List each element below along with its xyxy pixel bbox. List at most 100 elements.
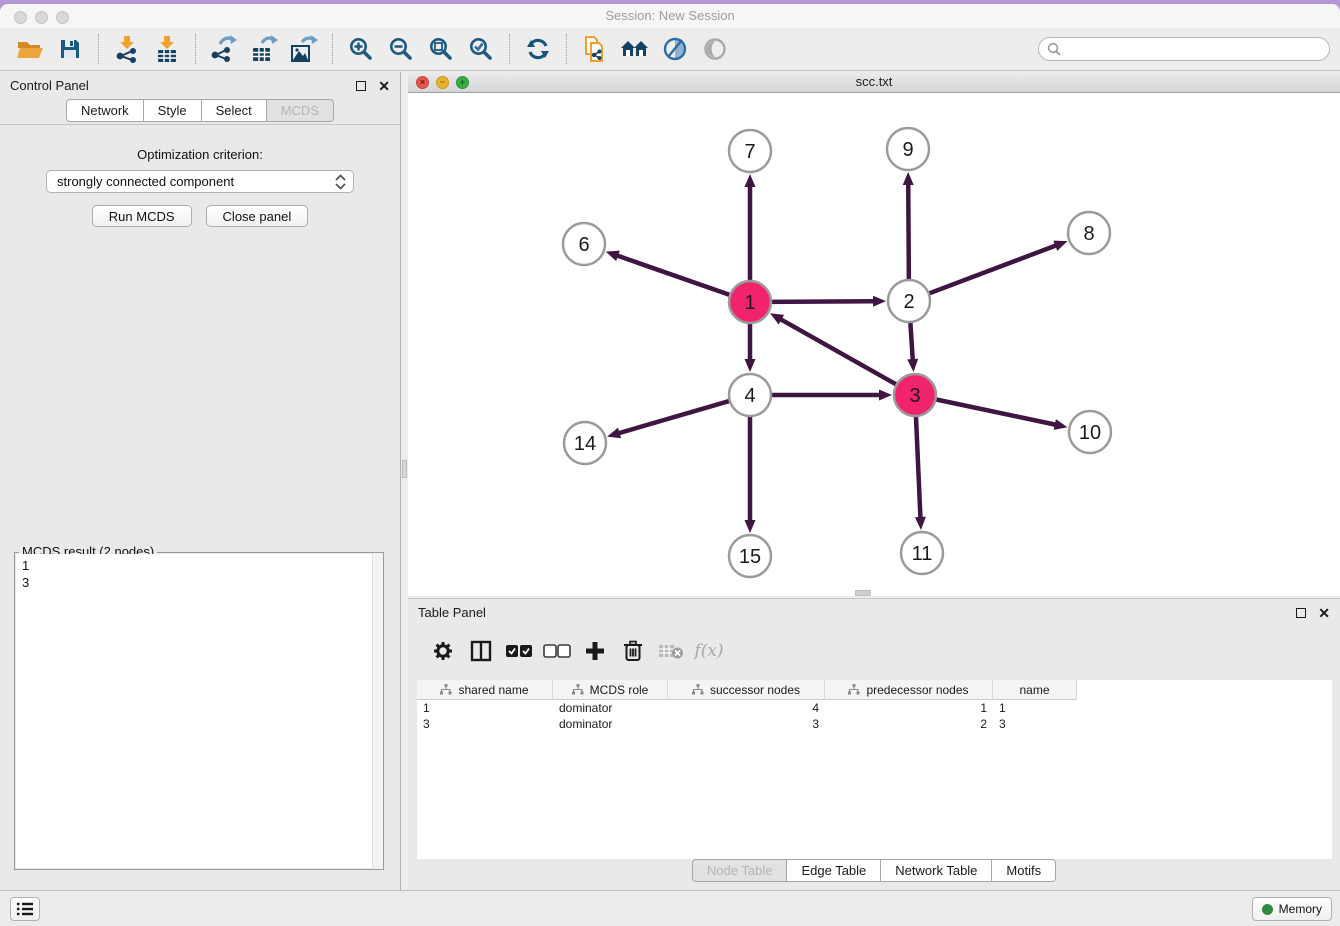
result-scrollbar[interactable] <box>372 553 383 869</box>
graph-node-1[interactable]: 1 <box>729 281 771 323</box>
svg-text:11: 11 <box>912 543 933 565</box>
vertical-splitter[interactable] <box>400 72 408 890</box>
table-toolbar: f(x) <box>408 626 1340 676</box>
criterion-dropdown[interactable]: strongly connected component <box>46 170 354 193</box>
table-cell[interactable]: dominator <box>553 716 668 732</box>
graph-edge-4-14[interactable] <box>619 401 731 434</box>
dropdown-stepper-icon <box>332 173 349 191</box>
search-field[interactable] <box>1038 37 1330 61</box>
save-icon[interactable] <box>53 32 87 66</box>
graph-node-11[interactable]: 11 <box>901 532 943 574</box>
column-header-successor-nodes[interactable]: successor nodes <box>668 680 825 700</box>
result-item[interactable]: 1 <box>16 557 382 574</box>
tab-network-table[interactable]: Network Table <box>881 859 992 882</box>
run-mcds-button[interactable]: Run MCDS <box>92 205 192 227</box>
memory-button[interactable]: Memory <box>1252 897 1332 921</box>
table-cell[interactable]: 1 <box>417 700 553 716</box>
graph-node-10[interactable]: 10 <box>1069 411 1111 453</box>
table-cell[interactable]: dominator <box>553 700 668 716</box>
graph-edge-3-11[interactable] <box>916 415 921 518</box>
float-table-panel-icon[interactable] <box>1296 608 1306 618</box>
tab-edge-table[interactable]: Edge Table <box>787 859 881 882</box>
graph-edge-2-3[interactable] <box>910 321 912 360</box>
export-network-icon[interactable] <box>207 32 241 66</box>
column-header-predecessor-nodes[interactable]: predecessor nodes <box>825 680 993 700</box>
table-row[interactable]: 1dominator411 <box>417 700 1332 716</box>
network-graph: 7 9 6 8 1 2 4 3 14 10 15 11 <box>408 93 1340 596</box>
add-column-icon[interactable] <box>576 634 614 668</box>
zoom-in-icon[interactable] <box>344 32 378 66</box>
graph-edge-3-1[interactable] <box>780 319 897 385</box>
session-home-icon[interactable] <box>618 32 652 66</box>
import-network-icon[interactable] <box>110 32 144 66</box>
close-panel-icon[interactable]: ✕ <box>378 81 390 91</box>
network-minimize-button[interactable]: − <box>436 76 449 89</box>
result-item[interactable]: 3 <box>16 574 382 591</box>
toolbar-separator <box>98 34 99 64</box>
close-table-panel-icon[interactable]: ✕ <box>1318 608 1330 618</box>
open-folder-icon[interactable] <box>13 32 47 66</box>
delete-column-icon[interactable] <box>614 634 652 668</box>
zoom-window-button[interactable] <box>56 11 69 24</box>
column-header-name[interactable]: name <box>993 680 1077 700</box>
zoom-selected-icon[interactable] <box>464 32 498 66</box>
gear-icon[interactable] <box>424 634 462 668</box>
deselect-all-icon[interactable] <box>538 634 576 668</box>
table-cell[interactable]: 4 <box>668 700 825 716</box>
column-layout-icon[interactable] <box>462 634 500 668</box>
tab-mcds[interactable]: MCDS <box>267 99 334 122</box>
close-window-button[interactable] <box>14 11 27 24</box>
graph-node-2[interactable]: 2 <box>888 280 930 322</box>
search-input[interactable] <box>1066 42 1321 56</box>
zoom-fit-icon[interactable] <box>424 32 458 66</box>
graph-edge-3-10[interactable] <box>935 399 1056 425</box>
graph-node-15[interactable]: 15 <box>729 535 771 577</box>
select-all-icon[interactable] <box>500 634 538 668</box>
export-image-icon[interactable] <box>287 32 321 66</box>
import-table-icon[interactable] <box>150 32 184 66</box>
refresh-layout-icon[interactable] <box>521 32 555 66</box>
tab-network[interactable]: Network <box>66 99 144 122</box>
horizontal-splitter-grip[interactable] <box>855 590 871 596</box>
float-panel-icon[interactable] <box>356 81 366 91</box>
table-cell[interactable]: 3 <box>668 716 825 732</box>
graph-node-3[interactable]: 3 <box>894 374 936 416</box>
hide-panels-icon[interactable] <box>658 32 692 66</box>
graph-node-6[interactable]: 6 <box>563 223 605 265</box>
table-cell[interactable]: 2 <box>825 716 993 732</box>
graph-node-4[interactable]: 4 <box>729 374 771 416</box>
export-table-icon[interactable] <box>247 32 281 66</box>
graph-node-7[interactable]: 7 <box>729 130 771 172</box>
column-header-MCDS-role[interactable]: MCDS role <box>553 680 668 700</box>
minimize-window-button[interactable] <box>35 11 48 24</box>
network-canvas[interactable]: 7 9 6 8 1 2 4 3 14 10 15 11 <box>408 93 1340 596</box>
splitter-grip[interactable] <box>402 460 407 478</box>
graph-edge-1-6[interactable] <box>617 256 731 296</box>
column-header-shared-name[interactable]: shared name <box>417 680 553 700</box>
mcds-result-list[interactable]: 13 <box>16 554 382 868</box>
network-maximize-button[interactable]: + <box>456 76 469 89</box>
graph-edge-1-2[interactable] <box>770 301 874 302</box>
table-cell[interactable]: 3 <box>993 716 1077 732</box>
network-close-button[interactable]: × <box>416 76 429 89</box>
graph-edge-2-9[interactable] <box>908 184 909 281</box>
graph-node-14[interactable]: 14 <box>564 422 606 464</box>
graph-edge-2-8[interactable] <box>928 245 1057 294</box>
tab-select[interactable]: Select <box>202 99 267 122</box>
eye-icon[interactable] <box>698 32 732 66</box>
attribute-icon <box>440 684 452 695</box>
graph-node-9[interactable]: 9 <box>887 128 929 170</box>
table-cell[interactable]: 1 <box>825 700 993 716</box>
table-cell[interactable]: 3 <box>417 716 553 732</box>
zoom-out-icon[interactable] <box>384 32 418 66</box>
duplicate-network-icon[interactable] <box>578 32 612 66</box>
tab-style[interactable]: Style <box>144 99 202 122</box>
svg-text:9: 9 <box>902 139 913 161</box>
tab-node-table[interactable]: Node Table <box>692 859 788 882</box>
graph-node-8[interactable]: 8 <box>1068 212 1110 254</box>
close-panel-button[interactable]: Close panel <box>206 205 309 227</box>
tab-motifs[interactable]: Motifs <box>992 859 1056 882</box>
table-row[interactable]: 3dominator323 <box>417 716 1332 732</box>
table-cell[interactable]: 1 <box>993 700 1077 716</box>
task-history-button[interactable] <box>10 897 40 921</box>
